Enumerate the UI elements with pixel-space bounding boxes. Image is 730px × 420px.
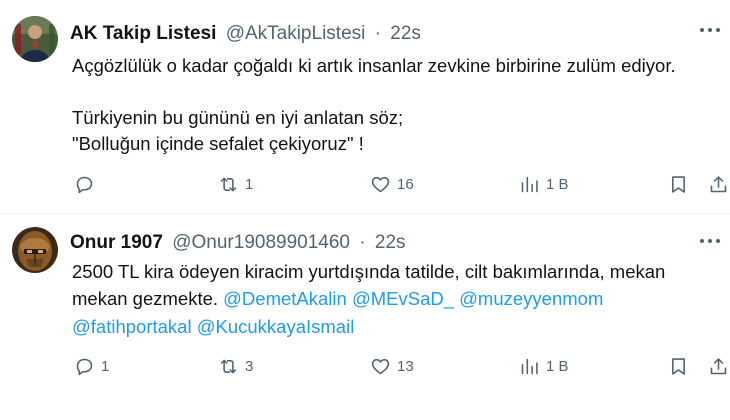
mention-link[interactable]: @MEvSaD_ xyxy=(352,288,454,309)
tweet-1-text-line-2: Türkiyenin bu gününü en iyi anlatan söz; xyxy=(72,107,404,128)
views-button[interactable]: 1 B xyxy=(519,171,569,197)
mention-link[interactable]: @fatihportakal xyxy=(72,316,192,337)
tweet-time[interactable]: 22s xyxy=(375,232,406,253)
tweet-1-actions: 1 16 1 B xyxy=(72,171,730,197)
author-name[interactable]: Onur 1907 xyxy=(70,232,163,253)
mention-link[interactable]: @KucukkayaIsmail xyxy=(197,316,355,337)
retweet-button[interactable]: 1 xyxy=(218,171,253,197)
mention-link[interactable]: @muzeyyenmom xyxy=(459,288,603,309)
tweet-2-text: mekan gezmekte. xyxy=(72,288,219,309)
share-button[interactable] xyxy=(708,171,729,197)
retweet-count: 1 xyxy=(245,175,254,193)
author-handle[interactable]: @Onur19089901460 xyxy=(172,232,350,253)
avatar-2[interactable] xyxy=(12,227,58,273)
more-dots-icon[interactable] xyxy=(700,239,720,245)
bookmark-icon xyxy=(672,357,685,375)
avatar-photo-icon xyxy=(12,16,58,62)
separator-dot: · xyxy=(374,23,381,44)
tweet-2-header: Onur 1907 @Onur19089901460 · 22s xyxy=(70,231,690,255)
reply-count: 1 xyxy=(101,357,110,375)
share-icon xyxy=(710,175,727,192)
retweet-icon xyxy=(220,359,237,373)
like-count: 16 xyxy=(397,175,414,193)
bookmark-button[interactable] xyxy=(668,353,689,379)
tweet-2-text-line-2: mekan gezmekte. @DemetAkalin @MEvSaD_ @m… xyxy=(72,285,712,312)
share-icon xyxy=(710,357,727,374)
tweet-2-text-line-1: 2500 TL kira ödeyen kiracim yurtdışında … xyxy=(72,261,666,282)
author-name[interactable]: AK Takip Listesi xyxy=(70,23,216,44)
separator-dot: · xyxy=(359,232,366,253)
mention-link[interactable]: @DemetAkalin xyxy=(223,288,347,309)
views-button[interactable]: 1 B xyxy=(519,353,569,379)
like-count: 13 xyxy=(397,357,414,375)
retweet-icon xyxy=(220,177,237,191)
tweet-1[interactable]: AK Takip Listesi @AkTakipListesi · 22s A… xyxy=(0,0,730,213)
like-button[interactable]: 16 xyxy=(370,171,414,197)
view-count: 1 B xyxy=(546,175,569,193)
retweet-count: 3 xyxy=(245,357,254,375)
tweet-1-text-line-1: Açgözlülük o kadar çoğaldı ki artık insa… xyxy=(72,55,676,76)
author-handle[interactable]: @AkTakipListesi xyxy=(226,23,366,44)
tweet-2-actions: 1 3 13 1 B xyxy=(72,353,730,379)
avatar-photo-icon xyxy=(12,227,58,273)
share-button[interactable] xyxy=(708,353,729,379)
tweet-1-text-line-3: "Bolluğun içinde sefalet çekiyoruz" ! xyxy=(72,133,364,154)
retweet-button[interactable]: 3 xyxy=(218,353,253,379)
reply-icon xyxy=(76,176,93,193)
heart-icon xyxy=(371,358,390,374)
avatar-1[interactable] xyxy=(12,16,58,62)
reply-icon xyxy=(76,358,93,375)
tweet-2-text-line-3: @fatihportakal @KucukkayaIsmail xyxy=(72,313,712,340)
bookmark-button[interactable] xyxy=(668,171,689,197)
bookmark-icon xyxy=(672,175,685,193)
reply-button[interactable] xyxy=(74,171,101,197)
heart-icon xyxy=(371,176,390,192)
view-count: 1 B xyxy=(546,357,569,375)
views-chart-icon xyxy=(521,176,538,192)
tweet-time[interactable]: 22s xyxy=(390,23,421,44)
tweet-2[interactable]: Onur 1907 @Onur19089901460 · 22s 2500 TL… xyxy=(0,213,730,420)
views-chart-icon xyxy=(521,358,538,374)
tweet-1-header: AK Takip Listesi @AkTakipListesi · 22s xyxy=(70,22,690,46)
like-button[interactable]: 13 xyxy=(370,353,414,379)
reply-button[interactable]: 1 xyxy=(74,353,109,379)
more-dots-icon[interactable] xyxy=(700,28,720,34)
